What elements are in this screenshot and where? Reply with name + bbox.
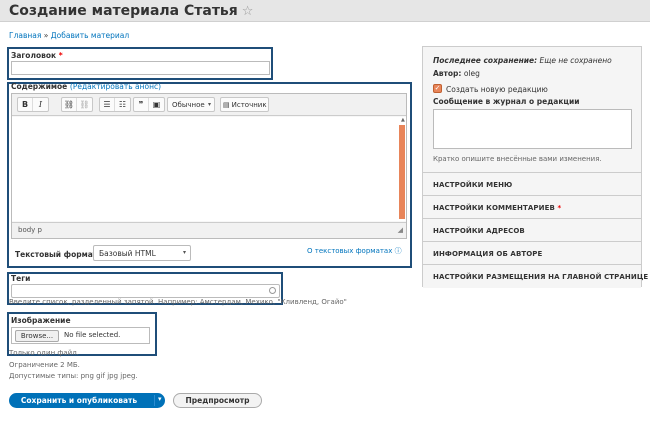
- source-icon: ▤: [223, 100, 230, 109]
- image-help-size: Ограничение 2 МБ.: [9, 361, 80, 369]
- browse-button[interactable]: Browse...: [15, 330, 59, 342]
- body-label: Содержимое (Редактировать анонс): [11, 82, 162, 91]
- new-revision-label: Создать новую редакцию: [446, 85, 548, 94]
- source-button[interactable]: ▤ Источник: [220, 97, 269, 112]
- tags-input[interactable]: [11, 284, 280, 298]
- editor-toolbar: B I ⛓ ⛓ ☰ ☷ ❞ ▣ Обычное ▾ ▤ Источник: [12, 94, 406, 116]
- sidebar-item-comment-settings[interactable]: Настройки комментариев *: [423, 197, 641, 219]
- image-label: Изображение: [11, 316, 71, 325]
- editor-status-bar: body p ◢: [12, 222, 406, 238]
- toolbar-group-links: ⛓ ⛓: [61, 97, 93, 112]
- title-label: Заголовок *: [11, 51, 63, 60]
- breadcrumb: Главная » Добавить материал: [9, 31, 129, 40]
- bulleted-list-icon[interactable]: ☰: [100, 98, 115, 111]
- element-path[interactable]: body p: [18, 226, 42, 234]
- blockquote-icon[interactable]: ❞: [134, 98, 149, 111]
- sidebar-panel: Последнее сохранение: Еще не сохранено А…: [422, 46, 648, 288]
- tags-label: Теги: [11, 274, 31, 283]
- sidebar-item-menu-settings[interactable]: Настройки меню: [423, 174, 641, 196]
- last-saved: Последнее сохранение: Еще не сохранено: [433, 56, 612, 65]
- text-format-select[interactable]: Базовый HTML ▾: [93, 245, 191, 261]
- numbered-list-icon[interactable]: ☷: [115, 98, 130, 111]
- rich-text-editor: B I ⛓ ⛓ ☰ ☷ ❞ ▣ Обычное ▾ ▤ Источник body …: [11, 93, 407, 239]
- sidebar-item-promotion-settings[interactable]: Настройки размещения на главной странице: [423, 266, 648, 288]
- chevron-down-icon: ▾: [207, 101, 211, 108]
- text-format-help-link[interactable]: О текстовых форматах ⓘ: [307, 246, 402, 256]
- link-icon[interactable]: ⛓: [62, 98, 77, 111]
- toolbar-group-lists: ☰ ☷: [99, 97, 131, 112]
- paragraph-format-select[interactable]: Обычное ▾: [167, 97, 215, 112]
- chevron-down-icon[interactable]: ▾: [158, 395, 162, 403]
- preview-button[interactable]: Предпросмотр: [173, 393, 262, 408]
- page-header: Создание материала Статья ☆: [0, 0, 650, 22]
- toolbar-group-media: ❞ ▣: [133, 97, 165, 112]
- revision-log-help: Кратко опишите внесённые вами изменения.: [433, 155, 602, 163]
- toolbar-group-basic: B I: [17, 97, 49, 112]
- edit-summary-link[interactable]: (Редактировать анонс): [70, 82, 161, 91]
- autocomplete-icon: [269, 287, 276, 294]
- tags-help: Введите список, разделенный запятой. Нап…: [9, 298, 347, 306]
- image-help-types: Допустимые типы: png gif jpg jpeg.: [9, 372, 138, 380]
- help-icon: ⓘ: [394, 247, 402, 255]
- author-line: Автор: oleg: [433, 69, 480, 78]
- unlink-icon[interactable]: ⛓: [77, 98, 92, 111]
- new-revision-checkbox[interactable]: ✓: [433, 84, 442, 93]
- page-title: Создание материала Статья ☆: [9, 3, 254, 19]
- star-icon[interactable]: ☆: [242, 4, 254, 19]
- bold-button[interactable]: B: [18, 98, 33, 111]
- italic-button[interactable]: I: [33, 98, 48, 111]
- breadcrumb-home-link[interactable]: Главная: [9, 31, 41, 40]
- sidebar-item-author-info[interactable]: Информация об авторе: [423, 243, 641, 265]
- text-format-label: Текстовый формат: [15, 250, 98, 259]
- editor-content-area[interactable]: [12, 117, 406, 221]
- chevron-down-icon: ▾: [182, 249, 186, 256]
- breadcrumb-current-link[interactable]: Добавить материал: [51, 31, 129, 40]
- revision-log-label: Сообщение в журнал о редакции: [433, 97, 580, 106]
- image-help-single: Только один файл.: [9, 349, 79, 357]
- save-publish-button[interactable]: Сохранить и опубликовать ▾: [9, 393, 165, 408]
- editor-scrollbar[interactable]: [399, 125, 405, 219]
- revision-meta: Последнее сохранение: Еще не сохранено А…: [423, 47, 641, 173]
- revision-log-textarea[interactable]: [433, 109, 632, 149]
- title-input[interactable]: [11, 61, 270, 75]
- resize-handle-icon[interactable]: ◢: [398, 226, 403, 234]
- no-file-text: No file selected.: [64, 331, 121, 339]
- image-icon[interactable]: ▣: [149, 98, 164, 111]
- required-mark: *: [58, 51, 63, 60]
- scroll-up-icon[interactable]: ▲: [401, 117, 407, 123]
- sidebar-item-url-settings[interactable]: Настройки адресов: [423, 220, 641, 242]
- file-input[interactable]: Browse... No file selected.: [11, 327, 150, 344]
- breadcrumb-separator: »: [43, 31, 49, 40]
